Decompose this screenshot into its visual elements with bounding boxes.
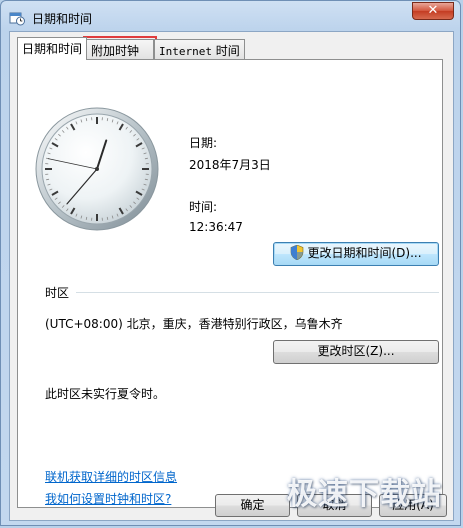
close-button[interactable]: ✕ — [412, 2, 454, 20]
watermark-logo: 极速下载站 — [287, 477, 442, 512]
date-value: 2018年7月3日 — [189, 158, 271, 172]
tab-label: Internet — [159, 45, 212, 58]
change-timezone-button[interactable]: 更改时区(Z)... — [273, 340, 439, 364]
tab-label-suffix: 时间 — [211, 44, 240, 58]
date-time-panel: 日期: 2018年7月3日 时间: 12:36:47 更改日期和时间(D)...… — [17, 59, 443, 508]
how-to-set-link[interactable]: 我如何设置时钟和时区? — [45, 490, 171, 507]
date-time-icon — [9, 10, 25, 26]
dialog-client-area: 日期和时间 附加时钟 Internet 时间 日期: 2018年7月3日 时间:… — [9, 31, 454, 521]
tab-label: 日期和时间 — [22, 42, 83, 56]
tab-date-time[interactable]: 日期和时间 — [17, 37, 88, 60]
uac-shield-icon — [290, 244, 304, 267]
timezone-divider — [76, 292, 439, 293]
tab-internet-time[interactable]: Internet 时间 — [154, 39, 245, 59]
dst-note: 此时区未实行夏令时。 — [45, 387, 166, 401]
tab-additional-clocks[interactable]: 附加时钟 — [83, 36, 157, 62]
dialog-window: 日期和时间 ✕ 日期和时间 附加时钟 Internet 时间 日期: 2018年… — [0, 0, 461, 526]
timezone-section-label: 时区 — [45, 286, 70, 300]
date-label: 日期: — [189, 136, 218, 150]
timezone-value: (UTC+08:00) 北京，重庆，香港特别行政区，乌鲁木齐 — [45, 317, 343, 331]
ok-label: 确定 — [240, 498, 265, 512]
analog-clock — [35, 107, 159, 231]
change-date-time-button[interactable]: 更改日期和时间(D)... — [273, 242, 439, 266]
window-title: 日期和时间 — [32, 12, 93, 26]
tab-label: 附加时钟 — [91, 44, 140, 58]
change-date-time-label: 更改日期和时间(D)... — [307, 246, 422, 260]
clock-center — [95, 167, 99, 171]
time-label: 时间: — [189, 200, 218, 214]
title-bar[interactable]: 日期和时间 ✕ — [1, 1, 460, 33]
time-value: 12:36:47 — [189, 220, 243, 234]
change-timezone-label: 更改时区(Z)... — [317, 344, 395, 358]
close-icon: ✕ — [427, 3, 439, 18]
ok-button[interactable]: 确定 — [215, 494, 290, 517]
timezone-info-link[interactable]: 联机获取详细的时区信息 — [45, 468, 177, 485]
